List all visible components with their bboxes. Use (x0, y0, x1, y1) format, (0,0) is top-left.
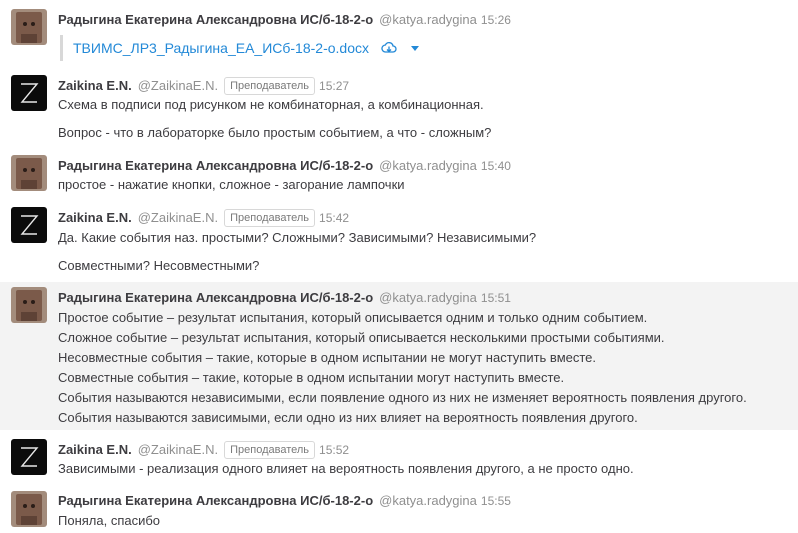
message-text: Простое событие – результат испытания, к… (58, 310, 648, 325)
post-time[interactable]: 15:40 (481, 159, 511, 173)
post-time[interactable]: 15:27 (319, 79, 349, 93)
file-name-link[interactable]: ТВИМС_ЛР3_Радыгина_ЕА_ИСб-18-2-о.docx (73, 40, 369, 56)
post-time[interactable]: 15:51 (481, 291, 511, 305)
message-text: Несовместные события – такие, которые в … (58, 350, 597, 365)
message-text: События называются независимыми, если по… (58, 390, 747, 405)
role-badge: Преподаватель (224, 209, 316, 227)
author-name[interactable]: Zaikina E.N. (58, 210, 132, 225)
avatar[interactable] (11, 9, 47, 45)
post-highlighted: Радыгина Екатерина Александровна ИС/б-18… (0, 282, 798, 430)
author-name[interactable]: Радыгина Екатерина Александровна ИС/б-18… (58, 158, 373, 173)
post: Радыгина Екатерина Александровна ИС/б-18… (0, 486, 798, 533)
author-name[interactable]: Радыгина Екатерина Александровна ИС/б-18… (58, 12, 373, 27)
role-badge: Преподаватель (224, 77, 316, 95)
avatar[interactable] (11, 155, 47, 191)
author-handle[interactable]: @katya.radygina (379, 290, 477, 305)
message-text: Вопрос - что в лабораторке было простым … (58, 125, 492, 140)
avatar[interactable] (11, 439, 47, 475)
message-text: Поняла, спасибо (58, 513, 161, 528)
post-time[interactable]: 15:42 (319, 211, 349, 225)
cloud-download-icon[interactable] (381, 40, 397, 56)
author-handle[interactable]: @katya.radygina (379, 158, 477, 173)
author-handle[interactable]: @katya.radygina (379, 12, 477, 27)
avatar[interactable] (11, 287, 47, 323)
caret-down-icon[interactable] (407, 40, 423, 56)
message-text: Совместные события – такие, которые в од… (58, 370, 565, 385)
role-badge: Преподаватель (224, 441, 316, 459)
message-text: Схема в подписи под рисунком не комбинат… (58, 97, 484, 112)
post: Радыгина Екатерина Александровна ИС/б-18… (0, 0, 798, 70)
post: Zaikina E.N. @ZaikinaE.N. Преподаватель 15:… (0, 202, 798, 282)
post-time[interactable]: 15:52 (319, 443, 349, 457)
author-name[interactable]: Радыгина Екатерина Александровна ИС/б-18… (58, 290, 373, 305)
avatar[interactable] (11, 207, 47, 243)
post: Радыгина Екатерина Александровна ИС/б-18… (0, 150, 798, 202)
message-text: Совместными? Несовместными? (58, 258, 260, 273)
author-handle[interactable]: @ZaikinaE.N. (138, 210, 218, 225)
author-handle[interactable]: @katya.radygina (379, 493, 477, 508)
author-handle[interactable]: @ZaikinaE.N. (138, 442, 218, 457)
file-attachment[interactable]: ТВИМС_ЛР3_Радыгина_ЕА_ИСб-18-2-о.docx (60, 35, 423, 61)
message-text: Зависимыми - реализация одного влияет на… (58, 461, 634, 476)
message-text: Да. Какие события наз. простыми? Сложным… (58, 230, 537, 245)
post: Zaikina E.N. @ZaikinaE.N. Преподаватель 15:… (0, 434, 798, 488)
post: Zaikina E.N. @ZaikinaE.N. Преподаватель 15:… (0, 70, 798, 150)
message-text: Сложное событие – результат испытания, к… (58, 330, 665, 345)
avatar[interactable] (11, 75, 47, 111)
author-name[interactable]: Радыгина Екатерина Александровна ИС/б-18… (58, 493, 373, 508)
avatar[interactable] (11, 491, 47, 527)
post-time[interactable]: 15:55 (481, 494, 511, 508)
post-time[interactable]: 15:26 (481, 13, 511, 27)
author-handle[interactable]: @ZaikinaE.N. (138, 78, 218, 93)
message-text: События называются зависимыми, если одно… (58, 410, 638, 425)
author-name[interactable]: Zaikina E.N. (58, 442, 132, 457)
message-text: простое - нажатие кнопки, сложное - заго… (58, 177, 405, 192)
author-name[interactable]: Zaikina E.N. (58, 78, 132, 93)
